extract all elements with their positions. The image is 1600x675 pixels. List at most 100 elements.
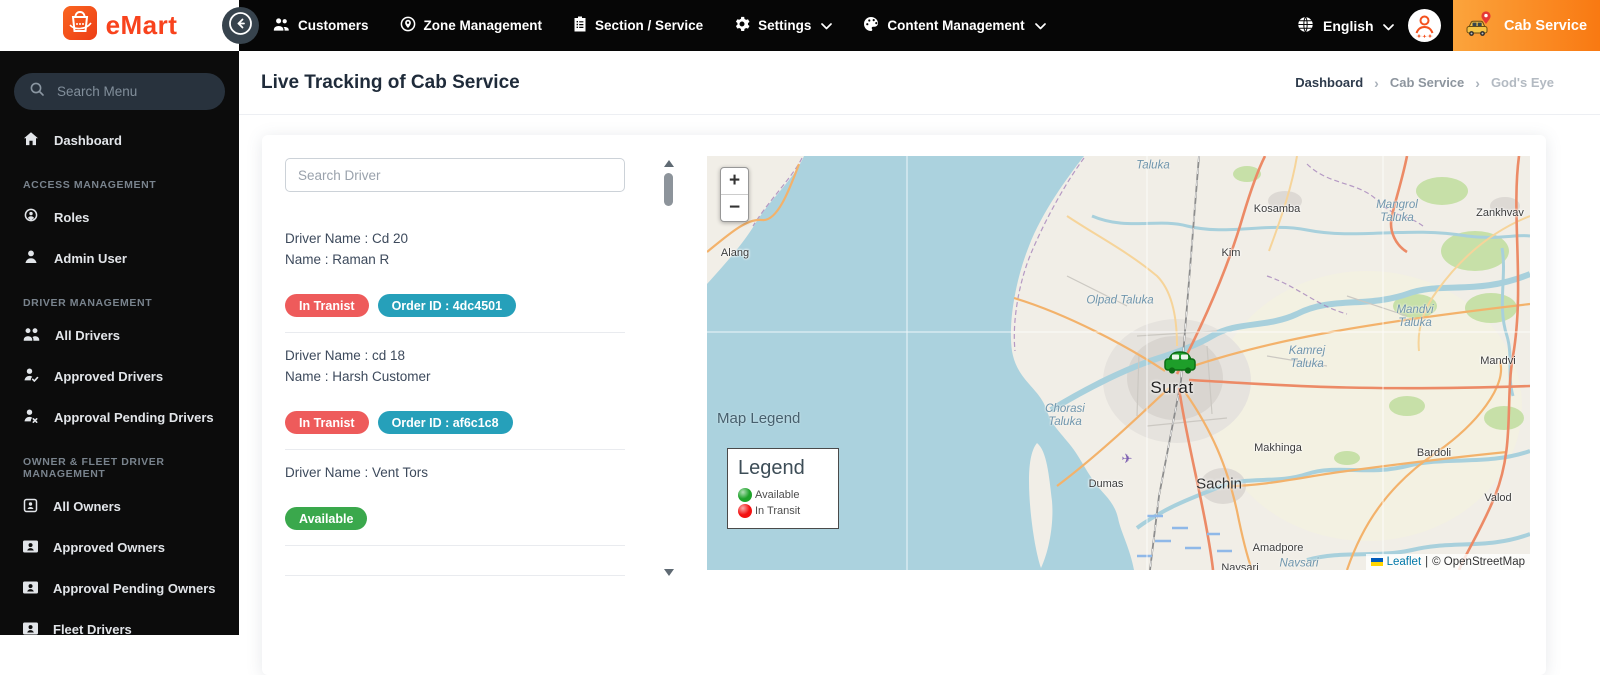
order-id-badge: Order ID : af6c1c8 bbox=[377, 411, 513, 434]
breadcrumb-cab-service[interactable]: Cab Service bbox=[1390, 75, 1464, 90]
sidebar-item-label: Roles bbox=[54, 210, 90, 225]
sidebar-item-label: All Drivers bbox=[55, 328, 121, 343]
sidebar-search[interactable] bbox=[14, 73, 225, 110]
legend-row-in-transit: In Transit bbox=[738, 504, 832, 518]
order-id-badge: Order ID : 4dc4501 bbox=[377, 294, 517, 317]
nav-label: Zone Management bbox=[423, 18, 543, 33]
chevron-down-icon bbox=[821, 18, 833, 33]
sidebar-item-label: Admin User bbox=[54, 251, 127, 266]
sidebar-item-approval-pending-owners[interactable]: Approval Pending Owners bbox=[0, 568, 239, 609]
search-driver-input[interactable] bbox=[285, 158, 625, 192]
sidebar-item-approved-owners[interactable]: Approved Owners bbox=[0, 527, 239, 568]
nav-zone-management[interactable]: Zone Management bbox=[400, 16, 543, 35]
location-pin-icon bbox=[400, 16, 416, 35]
nav-content-management[interactable]: Content Management bbox=[863, 16, 1046, 35]
sidebar-item-all-owners[interactable]: All Owners bbox=[0, 486, 239, 527]
openstreetmap-link[interactable]: © OpenStreetMap bbox=[1432, 556, 1525, 568]
driver-name-text: Driver Name : Vent Tors bbox=[285, 465, 429, 480]
cab-service-switcher[interactable]: Cab Service bbox=[1453, 0, 1600, 51]
customer-name-text: Name : Harsh Customer bbox=[285, 369, 431, 384]
sidebar-section-access: ACCESS MANAGEMENT bbox=[23, 179, 157, 191]
breadcrumb: Dashboard › Cab Service › God's Eye bbox=[1295, 75, 1554, 91]
person-pin-icon bbox=[23, 208, 39, 227]
breadcrumb-separator: › bbox=[1374, 74, 1379, 91]
sidebar-item-all-drivers[interactable]: All Drivers bbox=[0, 315, 239, 356]
sidebar: Dashboard ACCESS MANAGEMENT Roles Admin … bbox=[0, 51, 239, 635]
attribution-divider: | bbox=[1425, 556, 1429, 568]
map-legend-caption: Map Legend bbox=[717, 410, 801, 427]
list-divider bbox=[285, 545, 625, 546]
palette-icon bbox=[863, 16, 879, 35]
id-card-icon bbox=[23, 539, 38, 557]
page-title: Live Tracking of Cab Service bbox=[261, 71, 520, 93]
breadcrumb-separator: › bbox=[1475, 74, 1480, 91]
legend-label: In Transit bbox=[755, 505, 801, 517]
breadcrumb-gods-eye: God's Eye bbox=[1490, 75, 1554, 90]
chevron-down-icon bbox=[1034, 18, 1046, 33]
gear-icon bbox=[734, 16, 750, 35]
tracking-card: Driver Name : Cd 20 Name : Raman R In Tr… bbox=[262, 135, 1546, 675]
clipboard-icon bbox=[573, 16, 587, 35]
sidebar-section-owner: OWNER & FLEET DRIVER MANAGEMENT bbox=[23, 456, 165, 480]
nav-section-service[interactable]: Section / Service bbox=[573, 16, 703, 35]
leaflet-link[interactable]: Leaflet bbox=[1387, 556, 1422, 568]
sidebar-item-fleet-drivers[interactable]: Fleet Drivers bbox=[0, 609, 239, 635]
list-divider bbox=[285, 575, 625, 576]
scroll-up-arrow[interactable] bbox=[663, 160, 674, 167]
emart-logo-icon bbox=[62, 5, 98, 46]
nav-label: Content Management bbox=[887, 18, 1025, 33]
scroll-down-arrow[interactable] bbox=[663, 569, 674, 576]
map-legend-box: Legend Available In Transit bbox=[727, 448, 839, 529]
breadcrumb-dashboard[interactable]: Dashboard bbox=[1295, 75, 1363, 90]
sidebar-item-label: Fleet Drivers bbox=[53, 622, 132, 635]
sidebar-collapse-button[interactable] bbox=[222, 7, 259, 44]
live-tracking-map[interactable]: Taluka Kosamba Zankhvav Mangrol Taluka Kim Al… bbox=[707, 156, 1530, 570]
sidebar-item-label: Dashboard bbox=[54, 133, 122, 148]
sidebar-item-label: All Owners bbox=[53, 499, 121, 514]
driver-list-scrollbar[interactable] bbox=[663, 160, 674, 576]
sidebar-item-dashboard[interactable]: Dashboard bbox=[0, 120, 239, 161]
person-icon bbox=[23, 249, 39, 268]
legend-title: Legend bbox=[738, 457, 805, 479]
sidebar-item-admin-user[interactable]: Admin User bbox=[0, 238, 239, 279]
nav-customers[interactable]: Customers bbox=[273, 17, 369, 35]
customer-name-text: Name : Raman R bbox=[285, 252, 390, 267]
language-selector[interactable]: English bbox=[1297, 0, 1394, 51]
brand-logo-area[interactable]: eMart bbox=[0, 0, 239, 51]
driver-list: Driver Name : Cd 20 Name : Raman R In Tr… bbox=[285, 216, 653, 546]
main-nav: Customers Zone Management Section / Serv… bbox=[273, 0, 1046, 51]
scroll-thumb[interactable] bbox=[664, 173, 673, 206]
nav-label: Settings bbox=[758, 18, 812, 33]
sidebar-item-approval-pending-drivers[interactable]: Approval Pending Drivers bbox=[0, 397, 239, 438]
in-transit-dot-icon bbox=[738, 504, 752, 518]
driver-list-item[interactable]: Driver Name : cd 18 Name : Harsh Custome… bbox=[285, 333, 653, 450]
status-badge: In Tranist bbox=[285, 294, 369, 317]
brand-name: eMart bbox=[105, 10, 178, 40]
driver-list-item[interactable]: Driver Name : Cd 20 Name : Raman R In Tr… bbox=[285, 216, 653, 333]
sidebar-item-roles[interactable]: Roles bbox=[0, 197, 239, 238]
nav-label: Section / Service bbox=[595, 18, 704, 33]
driver-badges: In Tranist Order ID : af6c1c8 bbox=[285, 411, 653, 434]
nav-label: Customers bbox=[298, 18, 369, 33]
id-card-icon bbox=[23, 580, 38, 598]
sidebar-item-label: Approval Pending Owners bbox=[53, 581, 216, 596]
driver-name-text: Driver Name : Cd 20 bbox=[285, 231, 409, 246]
status-badge: In Tranist bbox=[285, 411, 369, 434]
page-header: Live Tracking of Cab Service Dashboard ›… bbox=[239, 51, 1600, 115]
globe-icon bbox=[1297, 16, 1314, 36]
top-navbar: eMart Customers Zone Management Section … bbox=[0, 0, 1600, 51]
sidebar-item-label: Approved Drivers bbox=[54, 369, 164, 384]
driver-list-item[interactable]: Driver Name : Vent Tors Available bbox=[285, 450, 653, 546]
sidebar-section-driver: DRIVER MANAGEMENT bbox=[23, 297, 153, 309]
sidebar-item-approved-drivers[interactable]: Approved Drivers bbox=[0, 356, 239, 397]
zoom-out-button[interactable]: − bbox=[721, 194, 748, 221]
legend-row-available: Available bbox=[738, 488, 832, 502]
customers-icon bbox=[273, 17, 290, 35]
zoom-in-button[interactable]: + bbox=[721, 168, 748, 194]
chevron-down-icon bbox=[1382, 18, 1394, 34]
user-avatar[interactable] bbox=[1408, 9, 1441, 42]
map-zoom-control: + − bbox=[720, 167, 749, 222]
person-check-icon bbox=[23, 367, 39, 386]
sidebar-search-input[interactable] bbox=[55, 83, 209, 100]
nav-settings[interactable]: Settings bbox=[734, 16, 833, 35]
